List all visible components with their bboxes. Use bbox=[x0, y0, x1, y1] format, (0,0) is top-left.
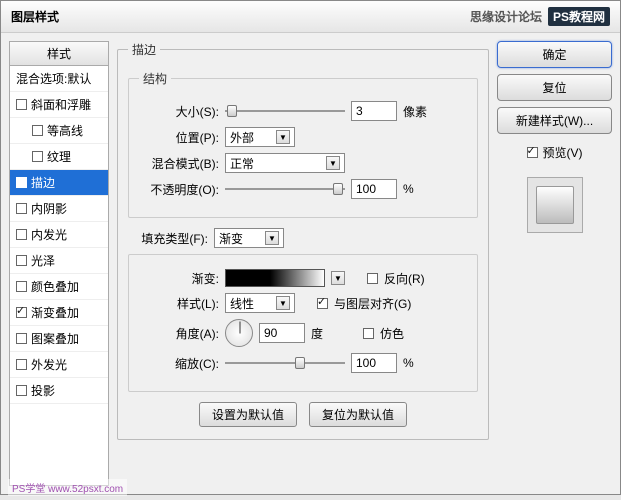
blend-options[interactable]: 混合选项:默认 bbox=[10, 66, 108, 92]
style-inner-shadow[interactable]: 内阴影 bbox=[10, 196, 108, 222]
angle-unit: 度 bbox=[311, 325, 341, 342]
style-inner-glow[interactable]: 内发光 bbox=[10, 222, 108, 248]
styles-list: 混合选项:默认 斜面和浮雕 等高线 纹理 描边 内阴影 内发光 光泽 颜色叠加 … bbox=[9, 66, 109, 486]
stroke-legend: 描边 bbox=[128, 41, 160, 58]
dither-label: 仿色 bbox=[380, 325, 404, 342]
structure-legend: 结构 bbox=[139, 70, 171, 87]
chevron-down-icon: ▼ bbox=[276, 296, 290, 310]
preview-checkbox[interactable] bbox=[527, 147, 538, 158]
gradient-label: 渐变: bbox=[139, 270, 219, 287]
angle-row: 角度(A): 度 仿色 bbox=[139, 319, 467, 347]
style-outer-glow[interactable]: 外发光 bbox=[10, 352, 108, 378]
blend-select[interactable]: 正常 ▼ bbox=[225, 153, 345, 173]
align-checkbox[interactable] bbox=[317, 298, 328, 309]
checkbox-icon[interactable] bbox=[32, 151, 43, 162]
titlebar: 图层样式 思缘设计论坛 PS教程网 bbox=[1, 1, 620, 33]
style-texture[interactable]: 纹理 bbox=[10, 144, 108, 170]
structure-fieldset: 结构 大小(S): 像素 位置(P): 外部 ▼ bbox=[128, 70, 478, 218]
size-slider[interactable] bbox=[225, 104, 345, 118]
checkbox-icon[interactable] bbox=[16, 177, 27, 188]
gradient-swatch[interactable] bbox=[225, 269, 325, 287]
checkbox-icon[interactable] bbox=[32, 125, 43, 136]
checkbox-icon[interactable] bbox=[16, 99, 27, 110]
styles-sidebar: 样式 混合选项:默认 斜面和浮雕 等高线 纹理 描边 内阴影 内发光 光泽 颜色… bbox=[9, 41, 109, 486]
checkbox-icon[interactable] bbox=[16, 229, 27, 240]
opacity-unit: % bbox=[403, 182, 433, 196]
checkbox-icon[interactable] bbox=[16, 333, 27, 344]
checkbox-icon[interactable] bbox=[16, 307, 27, 318]
preview-inner bbox=[536, 186, 574, 224]
layer-style-dialog: 图层样式 思缘设计论坛 PS教程网 样式 混合选项:默认 斜面和浮雕 等高线 纹… bbox=[0, 0, 621, 495]
style-drop-shadow[interactable]: 投影 bbox=[10, 378, 108, 404]
angle-dial[interactable] bbox=[225, 319, 253, 347]
chevron-down-icon[interactable]: ▼ bbox=[331, 271, 345, 285]
style-gradient-overlay[interactable]: 渐变叠加 bbox=[10, 300, 108, 326]
fill-select[interactable]: 渐变 ▼ bbox=[214, 228, 284, 248]
chevron-down-icon: ▼ bbox=[276, 130, 290, 144]
blend-label: 混合模式(B): bbox=[139, 155, 219, 172]
blend-row: 混合模式(B): 正常 ▼ bbox=[139, 153, 467, 173]
style-bevel[interactable]: 斜面和浮雕 bbox=[10, 92, 108, 118]
scale-unit: % bbox=[403, 356, 433, 370]
make-default-button[interactable]: 设置为默认值 bbox=[199, 402, 297, 427]
size-row: 大小(S): 像素 bbox=[139, 101, 467, 121]
reset-default-button[interactable]: 复位为默认值 bbox=[309, 402, 407, 427]
opacity-label: 不透明度(O): bbox=[139, 181, 219, 198]
new-style-button[interactable]: 新建样式(W)... bbox=[497, 107, 612, 134]
preview-swatch bbox=[527, 177, 583, 233]
style-satin[interactable]: 光泽 bbox=[10, 248, 108, 274]
chevron-down-icon: ▼ bbox=[265, 231, 279, 245]
checkbox-icon[interactable] bbox=[16, 359, 27, 370]
cancel-button[interactable]: 复位 bbox=[497, 74, 612, 101]
style-pattern-overlay[interactable]: 图案叠加 bbox=[10, 326, 108, 352]
gradient-fieldset: 渐变: ▼ 反向(R) 样式(L): 线性 ▼ bbox=[128, 254, 478, 392]
style-color-overlay[interactable]: 颜色叠加 bbox=[10, 274, 108, 300]
badge-icon: PS教程网 bbox=[548, 7, 610, 26]
default-buttons: 设置为默认值 复位为默认值 bbox=[128, 402, 478, 427]
preview-label: 预览(V) bbox=[543, 144, 583, 161]
size-label: 大小(S): bbox=[139, 103, 219, 120]
titlebar-watermark: 思缘设计论坛 PS教程网 bbox=[470, 7, 610, 26]
scale-slider[interactable] bbox=[225, 356, 345, 370]
action-column: 确定 复位 新建样式(W)... 预览(V) bbox=[497, 41, 612, 486]
checkbox-icon[interactable] bbox=[16, 385, 27, 396]
reverse-label: 反向(R) bbox=[384, 270, 425, 287]
dither-checkbox[interactable] bbox=[363, 328, 374, 339]
position-label: 位置(P): bbox=[139, 129, 219, 146]
angle-input[interactable] bbox=[259, 323, 305, 343]
style-label: 样式(L): bbox=[139, 295, 219, 312]
fill-label: 填充类型(F): bbox=[128, 230, 208, 247]
opacity-input[interactable] bbox=[351, 179, 397, 199]
opacity-row: 不透明度(O): % bbox=[139, 179, 467, 199]
style-row: 样式(L): 线性 ▼ 与图层对齐(G) bbox=[139, 293, 467, 313]
align-label: 与图层对齐(G) bbox=[334, 295, 411, 312]
ok-button[interactable]: 确定 bbox=[497, 41, 612, 68]
fill-type-row: 填充类型(F): 渐变 ▼ bbox=[128, 228, 478, 248]
style-contour[interactable]: 等高线 bbox=[10, 118, 108, 144]
angle-label: 角度(A): bbox=[139, 325, 219, 342]
size-unit: 像素 bbox=[403, 103, 433, 120]
checkbox-icon[interactable] bbox=[16, 281, 27, 292]
styles-header: 样式 bbox=[9, 41, 109, 66]
position-select[interactable]: 外部 ▼ bbox=[225, 127, 295, 147]
stroke-fieldset: 描边 结构 大小(S): 像素 位置(P): 外部 ▼ bbox=[117, 41, 489, 440]
scale-row: 缩放(C): % bbox=[139, 353, 467, 373]
dialog-title: 图层样式 bbox=[11, 8, 59, 25]
gradient-row: 渐变: ▼ 反向(R) bbox=[139, 269, 467, 287]
opacity-slider[interactable] bbox=[225, 182, 345, 196]
position-row: 位置(P): 外部 ▼ bbox=[139, 127, 467, 147]
scale-input[interactable] bbox=[351, 353, 397, 373]
dialog-body: 样式 混合选项:默认 斜面和浮雕 等高线 纹理 描边 内阴影 内发光 光泽 颜色… bbox=[1, 33, 620, 494]
chevron-down-icon: ▼ bbox=[326, 156, 340, 170]
style-select[interactable]: 线性 ▼ bbox=[225, 293, 295, 313]
reverse-checkbox[interactable] bbox=[367, 273, 378, 284]
footer-watermark: PS学堂 www.52psxt.com bbox=[8, 479, 127, 496]
scale-label: 缩放(C): bbox=[139, 355, 219, 372]
style-stroke[interactable]: 描边 bbox=[10, 170, 108, 196]
checkbox-icon[interactable] bbox=[16, 203, 27, 214]
preview-toggle: 预览(V) bbox=[497, 144, 612, 161]
size-input[interactable] bbox=[351, 101, 397, 121]
settings-panel: 描边 结构 大小(S): 像素 位置(P): 外部 ▼ bbox=[117, 41, 489, 486]
checkbox-icon[interactable] bbox=[16, 255, 27, 266]
